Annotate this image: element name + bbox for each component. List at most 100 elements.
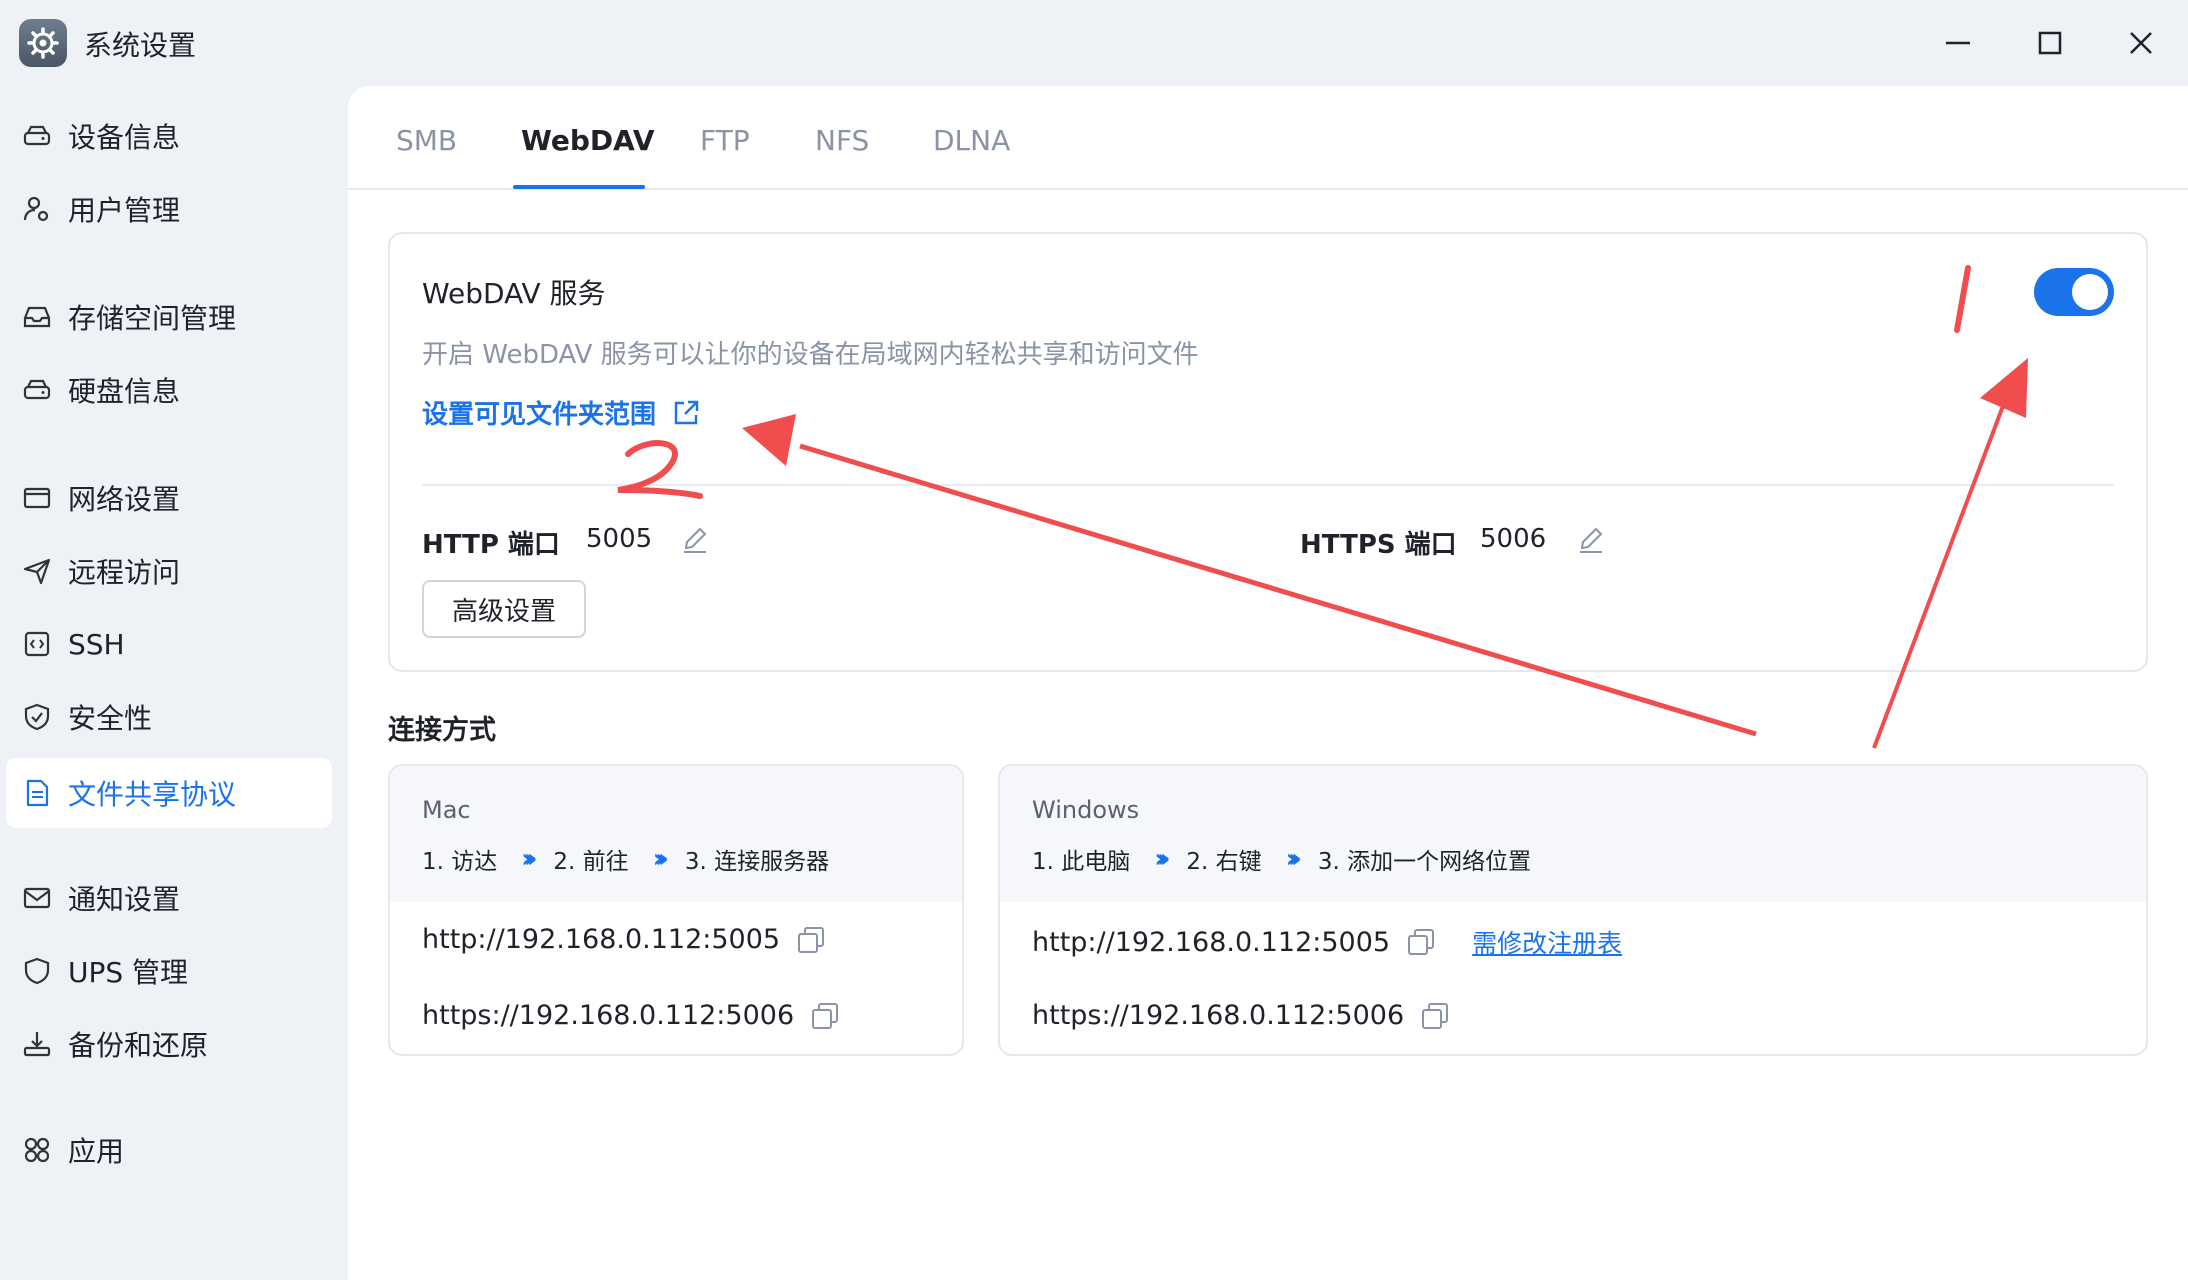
active-tab-indicator: [513, 185, 645, 189]
modify-registry-link[interactable]: 需修改注册表: [1472, 924, 1622, 960]
drive-icon: [20, 119, 54, 153]
sidebar-item-label: 应用: [68, 1135, 125, 1168]
mac-step-1: 1. 访达: [422, 849, 498, 875]
sidebar-item-apps[interactable]: 应用: [6, 1115, 332, 1185]
http-port-value: 5005: [586, 524, 653, 554]
windows-step-3: 3. 添加一个网络位置: [1317, 849, 1532, 875]
edit-https-port-icon[interactable]: [1574, 522, 1608, 556]
sidebar-item-file-sharing[interactable]: 文件共享协议: [6, 758, 332, 828]
sidebar-item-backup[interactable]: 备份和还原: [6, 1009, 332, 1079]
copy-icon[interactable]: [1406, 927, 1436, 957]
minimize-button[interactable]: [1935, 20, 1981, 66]
mac-steps-header: Mac 1. 访达 ››› 2. 前往 ››› 3. 连接服务器: [390, 766, 962, 902]
windows-steps-header: Windows 1. 此电脑 ››› 2. 右键 ››› 3. 添加一个网络位置: [1000, 766, 2146, 902]
chevrons-right-icon: ›››: [521, 844, 537, 874]
mac-http-url: http://192.168.0.112:5005: [422, 924, 781, 955]
connection-section-title: 连接方式: [388, 715, 496, 746]
chevrons-right-icon: ›››: [1285, 844, 1302, 874]
tab-nfs[interactable]: NFS: [815, 124, 869, 157]
window-title: 系统设置: [84, 29, 197, 62]
visible-folder-link-label: 设置可见文件夹范围: [422, 400, 657, 430]
windows-step-2: 2. 右键: [1186, 849, 1262, 875]
sidebar-item-label: 用户管理: [68, 194, 181, 227]
https-port-label: HTTPS 端口: [1300, 530, 1457, 560]
sidebar-item-remote-access[interactable]: 远程访问: [6, 536, 332, 606]
sidebar-item-label: 备份和还原: [68, 1029, 209, 1062]
advanced-settings-button[interactable]: 高级设置: [422, 580, 586, 638]
windows-https-url-row: https://192.168.0.112:5006: [1032, 1000, 1450, 1031]
sidebar-item-user-management[interactable]: 用户管理: [6, 174, 332, 244]
tab-webdav[interactable]: WebDAV: [521, 124, 655, 157]
windows-http-url-row: http://192.168.0.112:5005 需修改注册表: [1032, 924, 1622, 960]
webdav-toggle[interactable]: [2034, 268, 2114, 316]
mail-icon: [20, 881, 54, 915]
settings-app-icon: [19, 19, 67, 67]
maximize-icon: [2038, 31, 2062, 55]
sidebar: 设备信息 用户管理 存储空间管理 硬盘信息 网络设置 远程访问 SSH 安全性 …: [0, 86, 346, 1280]
mac-https-url-row: https://192.168.0.112:5006: [422, 1000, 840, 1031]
chevrons-right-icon: ›››: [652, 844, 669, 874]
send-icon: [20, 554, 54, 588]
user-gear-icon: [20, 192, 54, 226]
windows-step-1: 1. 此电脑: [1032, 849, 1131, 875]
tab-smb[interactable]: SMB: [396, 124, 457, 157]
mac-step-2: 2. 前往: [553, 849, 629, 875]
sidebar-item-label: 安全性: [68, 702, 153, 735]
chevrons-right-icon: ›››: [1154, 844, 1170, 874]
windows-https-url: https://192.168.0.112:5006: [1032, 1000, 1405, 1031]
shield-check-icon: [20, 700, 54, 734]
sidebar-item-label: UPS 管理: [68, 956, 189, 989]
close-button[interactable]: [2118, 20, 2164, 66]
code-icon: [20, 627, 54, 661]
sidebar-item-label: 存储空间管理: [68, 302, 237, 335]
close-icon: [2130, 32, 2152, 54]
windows-http-url: http://192.168.0.112:5005: [1032, 926, 1391, 958]
sidebar-item-ups[interactable]: UPS 管理: [6, 936, 332, 1006]
sidebar-item-label: 网络设置: [68, 483, 181, 516]
sidebar-item-label: 文件共享协议: [68, 778, 237, 811]
sidebar-item-notifications[interactable]: 通知设置: [6, 863, 332, 933]
mac-step-3: 3. 连接服务器: [684, 849, 830, 875]
main-panel: SMB WebDAV FTP NFS DLNA WebDAV 服务 开启 Web…: [348, 86, 2188, 1280]
visible-folder-link[interactable]: 设置可见文件夹范围: [422, 394, 702, 431]
disk-icon: [20, 373, 54, 407]
mac-os-label: Mac: [422, 796, 471, 824]
sidebar-item-label: SSH: [68, 627, 125, 661]
https-port-value: 5006: [1480, 524, 1547, 554]
copy-icon[interactable]: [1420, 1001, 1450, 1031]
sidebar-item-network[interactable]: 网络设置: [6, 463, 332, 533]
mac-steps: 1. 访达 ››› 2. 前往 ››› 3. 连接服务器: [422, 842, 829, 876]
edit-http-port-icon[interactable]: [678, 522, 712, 556]
service-description: 开启 WebDAV 服务可以让你的设备在局域网内轻松共享和访问文件: [422, 340, 1199, 370]
service-title: WebDAV 服务: [422, 277, 606, 310]
document-icon: [20, 776, 54, 810]
mac-connection-card: Mac 1. 访达 ››› 2. 前往 ››› 3. 连接服务器 http://…: [388, 764, 964, 1056]
sidebar-item-security[interactable]: 安全性: [6, 682, 332, 752]
apps-icon: [20, 1133, 54, 1167]
tab-ftp[interactable]: FTP: [700, 124, 750, 157]
mac-http-url-row: http://192.168.0.112:5005: [422, 924, 826, 955]
network-icon: [20, 481, 54, 515]
http-port-label: HTTP 端口: [422, 530, 560, 560]
webdav-service-card: WebDAV 服务 开启 WebDAV 服务可以让你的设备在局域网内轻松共享和访…: [388, 232, 2148, 672]
windows-connection-card: Windows 1. 此电脑 ››› 2. 右键 ››› 3. 添加一个网络位置…: [998, 764, 2148, 1056]
backup-icon: [20, 1027, 54, 1061]
maximize-button[interactable]: [2027, 20, 2073, 66]
copy-icon[interactable]: [796, 925, 826, 955]
sidebar-item-label: 设备信息: [68, 121, 181, 154]
divider: [422, 484, 2114, 486]
toggle-knob: [2072, 274, 2108, 310]
copy-icon[interactable]: [810, 1001, 840, 1031]
mac-https-url: https://192.168.0.112:5006: [422, 1000, 795, 1031]
sidebar-item-ssh[interactable]: SSH: [6, 609, 332, 679]
sidebar-item-label: 远程访问: [68, 556, 181, 589]
windows-steps: 1. 此电脑 ››› 2. 右键 ››› 3. 添加一个网络位置: [1032, 842, 1531, 876]
tab-dlna[interactable]: DLNA: [933, 124, 1010, 157]
sidebar-item-label: 硬盘信息: [68, 375, 181, 408]
sidebar-item-disk-info[interactable]: 硬盘信息: [6, 355, 332, 425]
storage-icon: [20, 300, 54, 334]
windows-os-label: Windows: [1032, 796, 1140, 824]
sidebar-item-storage[interactable]: 存储空间管理: [6, 282, 332, 352]
sidebar-item-device-info[interactable]: 设备信息: [6, 101, 332, 171]
shield-icon: [20, 954, 54, 988]
